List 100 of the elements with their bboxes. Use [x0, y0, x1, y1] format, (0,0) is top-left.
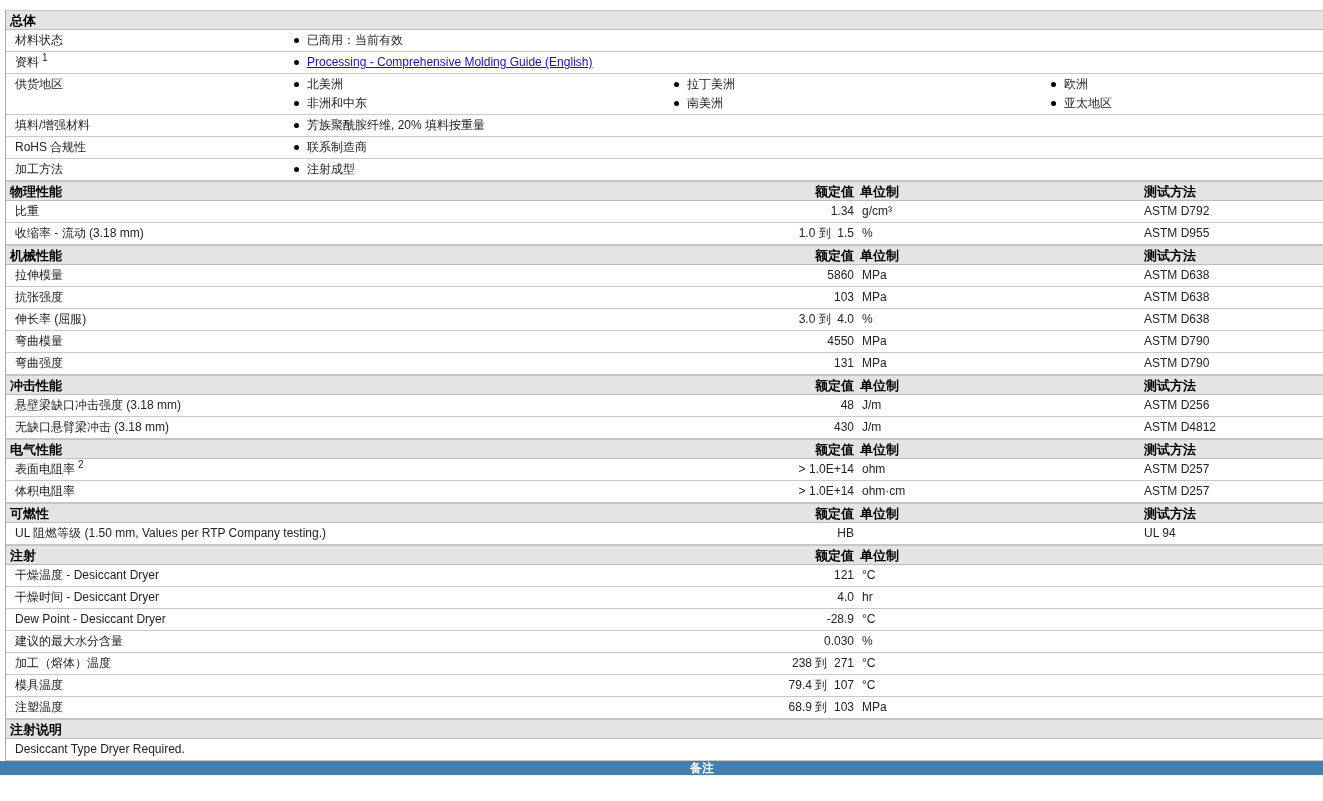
property-value: 已商用：当前有效 — [307, 33, 403, 48]
column-header: 单位制 — [859, 547, 900, 563]
unit-text: J/m — [861, 420, 883, 435]
test-method: ASTM D638 — [1144, 290, 1211, 305]
property-value: 亚太地区 — [1064, 96, 1112, 111]
bullet-icon — [294, 123, 299, 128]
column-header: 额定值 — [814, 547, 854, 563]
property-value: 芳族聚酰胺纤维, 20% 填料按重量 — [307, 118, 486, 133]
rated-value: 4.0 — [836, 590, 854, 605]
column-header: 单位制 — [859, 183, 900, 199]
column-header: 额定值 — [814, 505, 854, 521]
section-title: 总体 — [8, 12, 37, 28]
property-label: 模具温度 — [14, 678, 64, 693]
bullet-icon — [1051, 82, 1056, 87]
column-header: 单位制 — [859, 505, 900, 521]
test-method: ASTM D256 — [1144, 398, 1211, 413]
unit-text: MPa — [861, 356, 888, 371]
property-label: 干燥温度 - Desiccant Dryer — [14, 568, 161, 583]
bullet-icon — [674, 101, 679, 106]
rated-value: 4550 — [826, 334, 854, 349]
unit-text: °C — [861, 568, 877, 583]
rated-value: 121 — [832, 568, 854, 583]
test-method: ASTM D257 — [1144, 484, 1211, 499]
property-label: 材料状态 — [14, 33, 64, 48]
column-header: 测试方法 — [1144, 377, 1197, 393]
rated-value: 430 — [832, 420, 854, 435]
section-title: 电气性能 — [9, 441, 63, 457]
property-label: 无缺口悬臂梁冲击 (3.18 mm) — [14, 420, 170, 435]
section-title: 冲击性能 — [9, 377, 63, 393]
test-method: ASTM D955 — [1144, 226, 1211, 241]
unit-text: MPa — [861, 334, 888, 349]
property-label: 建议的最大水分含量 — [14, 634, 124, 649]
rated-value: 238 到 271 — [790, 656, 854, 671]
property-value: 南美洲 — [687, 96, 723, 111]
column-header: 额定值 — [814, 377, 854, 393]
property-label: 干燥时间 - Desiccant Dryer — [14, 590, 161, 605]
property-label: 悬壁梁缺口冲击强度 (3.18 mm) — [14, 398, 182, 413]
bullet-icon — [294, 82, 299, 87]
rated-value: 79.4 到 107 — [787, 678, 854, 693]
test-method: ASTM D638 — [1144, 312, 1211, 327]
rated-value: -28.9 — [825, 612, 854, 627]
unit-text: % — [861, 226, 874, 241]
unit-text: MPa — [861, 290, 888, 305]
property-value: 欧洲 — [1064, 77, 1088, 92]
section-title: 机械性能 — [8, 247, 63, 263]
column-header: 单位制 — [859, 377, 900, 393]
property-label: 表面电阻率 $^{2}$ — [14, 462, 85, 477]
property-label: UL 阻燃等级 (1.50 mm, Values per RTP Company testing.) — [14, 526, 327, 541]
test-method: ASTM D638 — [1144, 268, 1211, 283]
test-method: ASTM D792 — [1144, 204, 1211, 219]
rated-value: > 1.0E+14 — [797, 462, 854, 477]
column-header: 单位制 — [859, 247, 900, 263]
property-label: 资料 $^{1}$ — [14, 55, 49, 70]
property-label: 拉伸模量 — [14, 268, 64, 283]
rated-value: 1.0 到 1.5 — [797, 226, 854, 241]
section-title: 注射 — [9, 547, 37, 563]
rated-value: 48 — [839, 398, 854, 413]
rated-value: 131 — [832, 356, 854, 371]
bullet-icon — [294, 101, 299, 106]
test-method: UL 94 — [1144, 526, 1177, 541]
test-method: ASTM D790 — [1144, 334, 1211, 349]
column-header: 额定值 — [814, 441, 854, 457]
property-value: 联系制造商 — [307, 140, 367, 155]
test-method: ASTM D4812 — [1144, 420, 1218, 435]
rated-value: 0.030 — [822, 634, 854, 649]
property-value: 注射成型 — [307, 162, 355, 177]
remarks-bar: 备注 — [0, 761, 1323, 775]
unit-text: hr — [861, 590, 874, 605]
column-header: 单位制 — [859, 441, 900, 457]
test-method: ASTM D790 — [1144, 356, 1211, 371]
rated-value: HB — [836, 526, 854, 541]
property-label: 弯曲强度 — [14, 356, 64, 371]
unit-text: °C — [861, 656, 877, 671]
section-title: 注射说明 — [9, 721, 63, 737]
property-label: 加工方法 — [14, 162, 64, 177]
column-header: 测试方法 — [1144, 247, 1197, 263]
column-header: 额定值 — [814, 247, 854, 263]
property-label: 抗张强度 — [14, 290, 64, 305]
test-method: ASTM D257 — [1144, 462, 1211, 477]
property-value: 北美洲 — [307, 77, 343, 92]
bullet-icon — [1051, 101, 1056, 106]
unit-text: % — [861, 312, 874, 327]
guide-link[interactable]: Processing - Comprehensive Molding Guide (English) — [307, 55, 593, 70]
bullet-icon — [294, 167, 299, 172]
rated-value: 3.0 到 4.0 — [797, 312, 854, 327]
property-value: 拉丁美洲 — [687, 77, 735, 92]
column-header: 测试方法 — [1144, 441, 1197, 457]
unit-text: MPa — [861, 700, 888, 715]
property-value: 非洲和中东 — [307, 96, 367, 111]
unit-text: g/cm³ — [861, 204, 893, 219]
property-label: 填料/增强材料 — [14, 118, 92, 133]
property-label: 比重 — [14, 204, 40, 219]
column-header: 测试方法 — [1144, 183, 1197, 199]
rated-value: 5860 — [826, 268, 854, 283]
unit-text: J/m — [861, 398, 883, 413]
note-text: Desiccant Type Dryer Required. — [14, 742, 185, 757]
rated-value: 68.9 到 103 — [787, 700, 854, 715]
section-title: 可燃性 — [9, 505, 50, 521]
unit-text: MPa — [861, 268, 888, 283]
property-label: 伸长率 (屈服) — [14, 312, 88, 327]
